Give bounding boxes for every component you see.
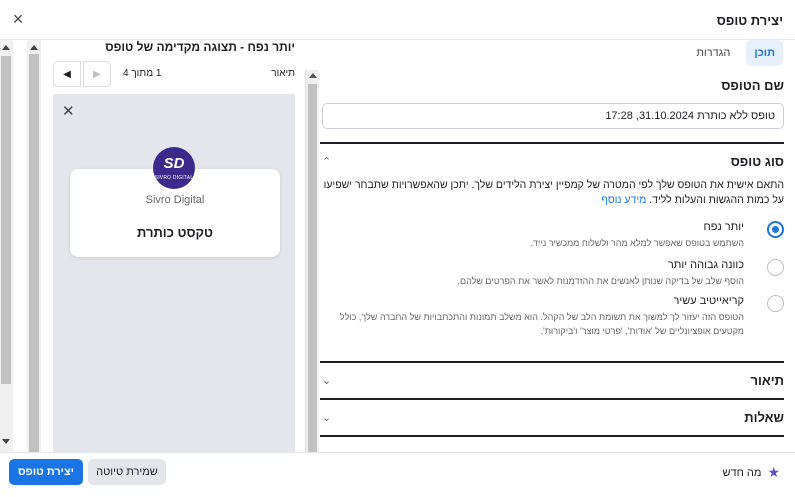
preview-scrollbar[interactable] (27, 40, 41, 452)
option-title: יותר נפח (703, 221, 744, 233)
form-scrollbar[interactable] (305, 70, 319, 452)
learn-more-link[interactable]: מידע נוסף (601, 194, 646, 206)
scrollbar-thumb[interactable] (1, 56, 11, 384)
radio-more-volume[interactable] (767, 221, 784, 238)
description-section-title: תיאור (750, 373, 784, 388)
sivro-digital-logo: SD SIVRO DIGITAL (153, 147, 195, 189)
close-icon[interactable]: × (9, 10, 27, 28)
option-title: כוונה גבוהה יותר (667, 259, 744, 271)
headline-text: טקסט כותרת (137, 225, 213, 240)
questions-section-title: שאלות (744, 410, 784, 425)
preview-pager: תיאור 1 מתוך 4 ◀ ▶ (52, 60, 295, 88)
caret-right-icon: ▶ (93, 68, 101, 80)
scroll-down-icon[interactable] (2, 439, 10, 444)
chevron-down-icon[interactable]: ⌄ (322, 411, 331, 424)
close-icon[interactable]: ✕ (62, 102, 75, 120)
description-text: התאם אישית את הטופס שלך לפי המטרה של קמפ… (323, 179, 784, 206)
tab-content[interactable]: תוכן (746, 40, 783, 66)
star-icon: ★ (767, 464, 780, 480)
option-description: השתמש בטופס שאפשר למלא מהר ולשלוח ממכשיר… (530, 238, 744, 248)
option-description: הטופס הזה יעזור לך למשוך את תשומת הלב של… (339, 312, 744, 336)
radio-higher-intent[interactable] (767, 259, 784, 276)
option-title: קריאייטיב עשיר (673, 295, 744, 307)
chevron-up-icon[interactable]: ⌃ (322, 155, 331, 168)
form-type-description: התאם אישית את הטופס שלך לפי המטרה של קמפ… (320, 178, 784, 208)
questions-section-header[interactable]: שאלות ⌄ (320, 408, 784, 428)
prev-page-button[interactable]: ◀ (53, 61, 81, 87)
tab-settings[interactable]: הגדרות (688, 40, 738, 66)
outer-scrollbar[interactable] (0, 40, 13, 452)
form-type-title: סוג טופס (730, 154, 784, 169)
form-name-input[interactable] (322, 103, 784, 129)
create-form-button[interactable]: יצירת טופס (9, 459, 83, 485)
pager-label: תיאור (271, 68, 295, 79)
form-type-header[interactable]: סוג טופס ⌃ (320, 152, 784, 172)
form-preview: ✕ Sivro Digital טקסט כותרת SD SIVRO DIGI… (53, 94, 295, 452)
radio-rich-creative[interactable] (767, 295, 784, 312)
dialog-header: יצירת טופס × (0, 0, 795, 40)
dialog-footer: יצירת טופס שמירת טיוטה ★ מה חדש (0, 452, 795, 497)
scrollbar-thumb[interactable] (308, 84, 317, 452)
pager-count: 1 מתוך 4 (123, 68, 162, 79)
whats-new-link[interactable]: ★ מה חדש (722, 464, 780, 481)
brand-name: Sivro Digital (145, 194, 205, 206)
whats-new-label: מה חדש (722, 466, 762, 479)
dialog-title: יצירת טופס (716, 13, 783, 28)
form-name-label: שם הטופס (721, 78, 784, 93)
section-divider (320, 361, 784, 363)
scrollbar-thumb[interactable] (29, 54, 39, 452)
form-editor: שם הטופס סוג טופס ⌃ התאם אישית את הטופס … (320, 70, 795, 452)
scroll-up-icon[interactable] (2, 45, 10, 50)
tab-bar: תוכן הגדרות (688, 39, 783, 67)
chevron-down-icon[interactable]: ⌄ (322, 374, 331, 387)
scroll-up-icon[interactable] (309, 73, 317, 78)
section-divider (320, 142, 784, 144)
preview-title: יותר נפח - תצוגה מקדימה של טופס (105, 40, 295, 54)
next-page-button[interactable]: ▶ (83, 61, 111, 87)
section-divider (320, 435, 784, 437)
caret-left-icon: ◀ (63, 68, 71, 80)
description-section-header[interactable]: תיאור ⌄ (320, 371, 784, 391)
section-divider (320, 398, 784, 400)
option-description: הוסף שלב של בדיקה שנותן לאנשים את ההזדמנ… (457, 276, 744, 286)
scroll-up-icon[interactable] (30, 45, 38, 50)
save-draft-button[interactable]: שמירת טיוטה (88, 459, 166, 485)
logo-mark: SD (163, 155, 185, 172)
logo-text: SIVRO DIGITAL (154, 175, 194, 181)
